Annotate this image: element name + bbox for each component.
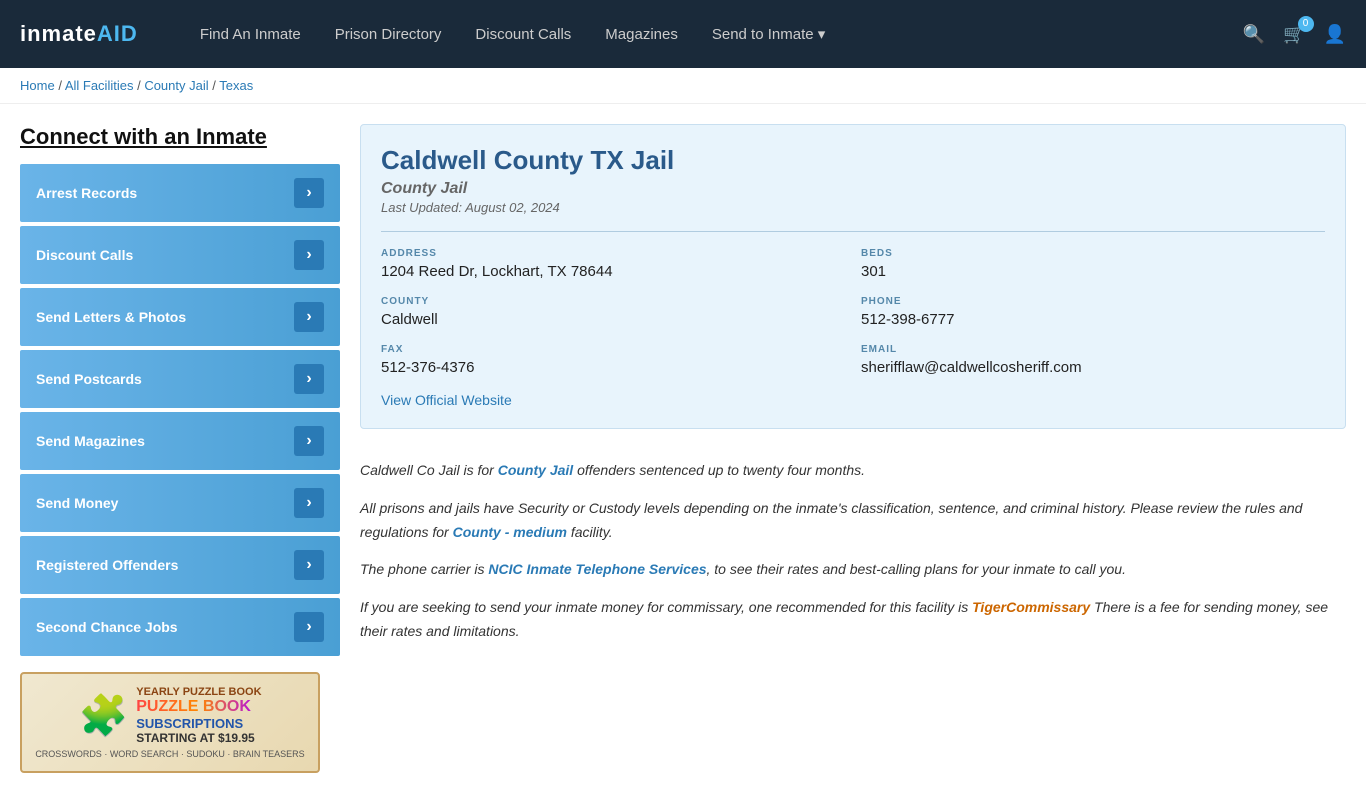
facility-info-grid: ADDRESS 1204 Reed Dr, Lockhart, TX 78644… <box>381 231 1325 376</box>
description: Caldwell Co Jail is for County Jail offe… <box>360 449 1346 668</box>
nav-send-to-inmate[interactable]: Send to Inmate ▾ <box>700 17 837 51</box>
sidebar-item-label: Second Chance Jobs <box>36 619 178 635</box>
logo-text: inmateAID <box>20 21 138 47</box>
phone-cell: PHONE 512-398-6777 <box>861 296 1325 328</box>
description-para2: All prisons and jails have Security or C… <box>360 497 1346 545</box>
ad-subscriptions-label: SUBSCRIPTIONS <box>136 716 261 731</box>
desc-p2-suffix: facility. <box>567 524 613 540</box>
content: Caldwell County TX Jail County Jail Last… <box>360 124 1346 773</box>
county-value: Caldwell <box>381 311 845 328</box>
ad-puzzle-title: PUZZLE BOOK <box>136 698 261 716</box>
sidebar-title: Connect with an Inmate <box>20 124 340 150</box>
ad-puzzle-icon: 🧩 <box>78 692 128 739</box>
sidebar-arrow-icon: › <box>294 612 324 642</box>
nav-prison-directory[interactable]: Prison Directory <box>323 18 454 51</box>
breadcrumb-home[interactable]: Home <box>20 78 55 93</box>
sidebar-item-send-letters-photos[interactable]: Send Letters & Photos › <box>20 288 340 346</box>
user-icon[interactable]: 👤 <box>1324 24 1346 45</box>
description-para3: The phone carrier is NCIC Inmate Telepho… <box>360 558 1346 582</box>
sidebar-item-arrest-records[interactable]: Arrest Records › <box>20 164 340 222</box>
nav-discount-calls[interactable]: Discount Calls <box>463 18 583 51</box>
breadcrumb: Home / All Facilities / County Jail / Te… <box>20 78 1346 93</box>
header: inmateAID Find An Inmate Prison Director… <box>0 0 1366 68</box>
facility-type: County Jail <box>381 180 1325 198</box>
ncic-link[interactable]: NCIC Inmate Telephone Services <box>488 561 706 577</box>
ad-banner[interactable]: 🧩 YEARLY PUZZLE BOOK PUZZLE BOOK SUBSCRI… <box>20 672 320 773</box>
main-nav: Find An Inmate Prison Directory Discount… <box>188 17 837 51</box>
county-cell: COUNTY Caldwell <box>381 296 845 328</box>
address-cell: ADDRESS 1204 Reed Dr, Lockhart, TX 78644 <box>381 248 845 280</box>
beds-value: 301 <box>861 263 1325 280</box>
facility-updated: Last Updated: August 02, 2024 <box>381 200 1325 215</box>
breadcrumb-texas[interactable]: Texas <box>219 78 253 93</box>
sidebar-item-send-money[interactable]: Send Money › <box>20 474 340 532</box>
view-website-link[interactable]: View Official Website <box>381 392 512 408</box>
cart-badge: 0 <box>1298 16 1314 32</box>
sidebar-item-send-postcards[interactable]: Send Postcards › <box>20 350 340 408</box>
sidebar-arrow-icon: › <box>294 550 324 580</box>
county-label: COUNTY <box>381 296 845 307</box>
address-label: ADDRESS <box>381 248 845 259</box>
county-jail-link[interactable]: County Jail <box>498 462 573 478</box>
phone-value: 512-398-6777 <box>861 311 1325 328</box>
sidebar-item-send-magazines[interactable]: Send Magazines › <box>20 412 340 470</box>
sidebar-item-label: Send Postcards <box>36 371 142 387</box>
fax-cell: FAX 512-376-4376 <box>381 344 845 376</box>
ad-text-block: YEARLY PUZZLE BOOK PUZZLE BOOK SUBSCRIPT… <box>136 686 261 745</box>
logo-highlight: AID <box>97 21 138 46</box>
description-para4: If you are seeking to send your inmate m… <box>360 596 1346 644</box>
main-layout: Connect with an Inmate Arrest Records › … <box>0 104 1366 793</box>
breadcrumb-all-facilities[interactable]: All Facilities <box>65 78 134 93</box>
sidebar-arrow-icon: › <box>294 302 324 332</box>
sidebar-item-label: Send Magazines <box>36 433 145 449</box>
desc-p3-prefix: The phone carrier is <box>360 561 488 577</box>
header-icons: 🔍 🛒 0 👤 <box>1243 24 1346 45</box>
ad-content: 🧩 YEARLY PUZZLE BOOK PUZZLE BOOK SUBSCRI… <box>78 686 261 745</box>
email-value: sherifflaw@caldwellcosheriff.com <box>861 359 1325 376</box>
fax-value: 512-376-4376 <box>381 359 845 376</box>
nav-magazines[interactable]: Magazines <box>593 18 690 51</box>
sidebar-item-label: Registered Offenders <box>36 557 178 573</box>
nav-find-an-inmate[interactable]: Find An Inmate <box>188 18 313 51</box>
sidebar-arrow-icon: › <box>294 178 324 208</box>
beds-cell: BEDS 301 <box>861 248 1325 280</box>
address-value: 1204 Reed Dr, Lockhart, TX 78644 <box>381 263 845 280</box>
facility-card: Caldwell County TX Jail County Jail Last… <box>360 124 1346 429</box>
ad-yearly-label: YEARLY PUZZLE BOOK <box>136 686 261 698</box>
sidebar: Connect with an Inmate Arrest Records › … <box>20 124 340 773</box>
sidebar-arrow-icon: › <box>294 240 324 270</box>
ad-types: CROSSWORDS · WORD SEARCH · SUDOKU · BRAI… <box>35 749 304 759</box>
search-icon[interactable]: 🔍 <box>1243 24 1265 45</box>
desc-p1-prefix: Caldwell Co Jail is for <box>360 462 498 478</box>
sidebar-item-second-chance-jobs[interactable]: Second Chance Jobs › <box>20 598 340 656</box>
desc-p4-prefix: If you are seeking to send your inmate m… <box>360 599 972 615</box>
desc-p3-suffix: , to see their rates and best-calling pl… <box>707 561 1126 577</box>
county-medium-link[interactable]: County - medium <box>453 524 567 540</box>
sidebar-item-discount-calls[interactable]: Discount Calls › <box>20 226 340 284</box>
breadcrumb-bar: Home / All Facilities / County Jail / Te… <box>0 68 1366 104</box>
logo[interactable]: inmateAID <box>20 21 138 47</box>
breadcrumb-county-jail[interactable]: County Jail <box>144 78 208 93</box>
cart-icon[interactable]: 🛒 0 <box>1283 24 1305 45</box>
sidebar-menu: Arrest Records › Discount Calls › Send L… <box>20 164 340 656</box>
sidebar-arrow-icon: › <box>294 364 324 394</box>
sidebar-arrow-icon: › <box>294 426 324 456</box>
desc-p1-suffix: offenders sentenced up to twenty four mo… <box>573 462 865 478</box>
sidebar-item-label: Send Letters & Photos <box>36 309 186 325</box>
ad-price: STARTING AT $19.95 <box>136 731 261 745</box>
sidebar-item-label: Discount Calls <box>36 247 133 263</box>
beds-label: BEDS <box>861 248 1325 259</box>
sidebar-item-registered-offenders[interactable]: Registered Offenders › <box>20 536 340 594</box>
sidebar-arrow-icon: › <box>294 488 324 518</box>
sidebar-item-label: Send Money <box>36 495 118 511</box>
tiger-commissary-link[interactable]: TigerCommissary <box>972 599 1090 615</box>
email-cell: EMAIL sherifflaw@caldwellcosheriff.com <box>861 344 1325 376</box>
sidebar-item-label: Arrest Records <box>36 185 137 201</box>
fax-label: FAX <box>381 344 845 355</box>
email-label: EMAIL <box>861 344 1325 355</box>
facility-name: Caldwell County TX Jail <box>381 145 1325 176</box>
phone-label: PHONE <box>861 296 1325 307</box>
description-para1: Caldwell Co Jail is for County Jail offe… <box>360 459 1346 483</box>
